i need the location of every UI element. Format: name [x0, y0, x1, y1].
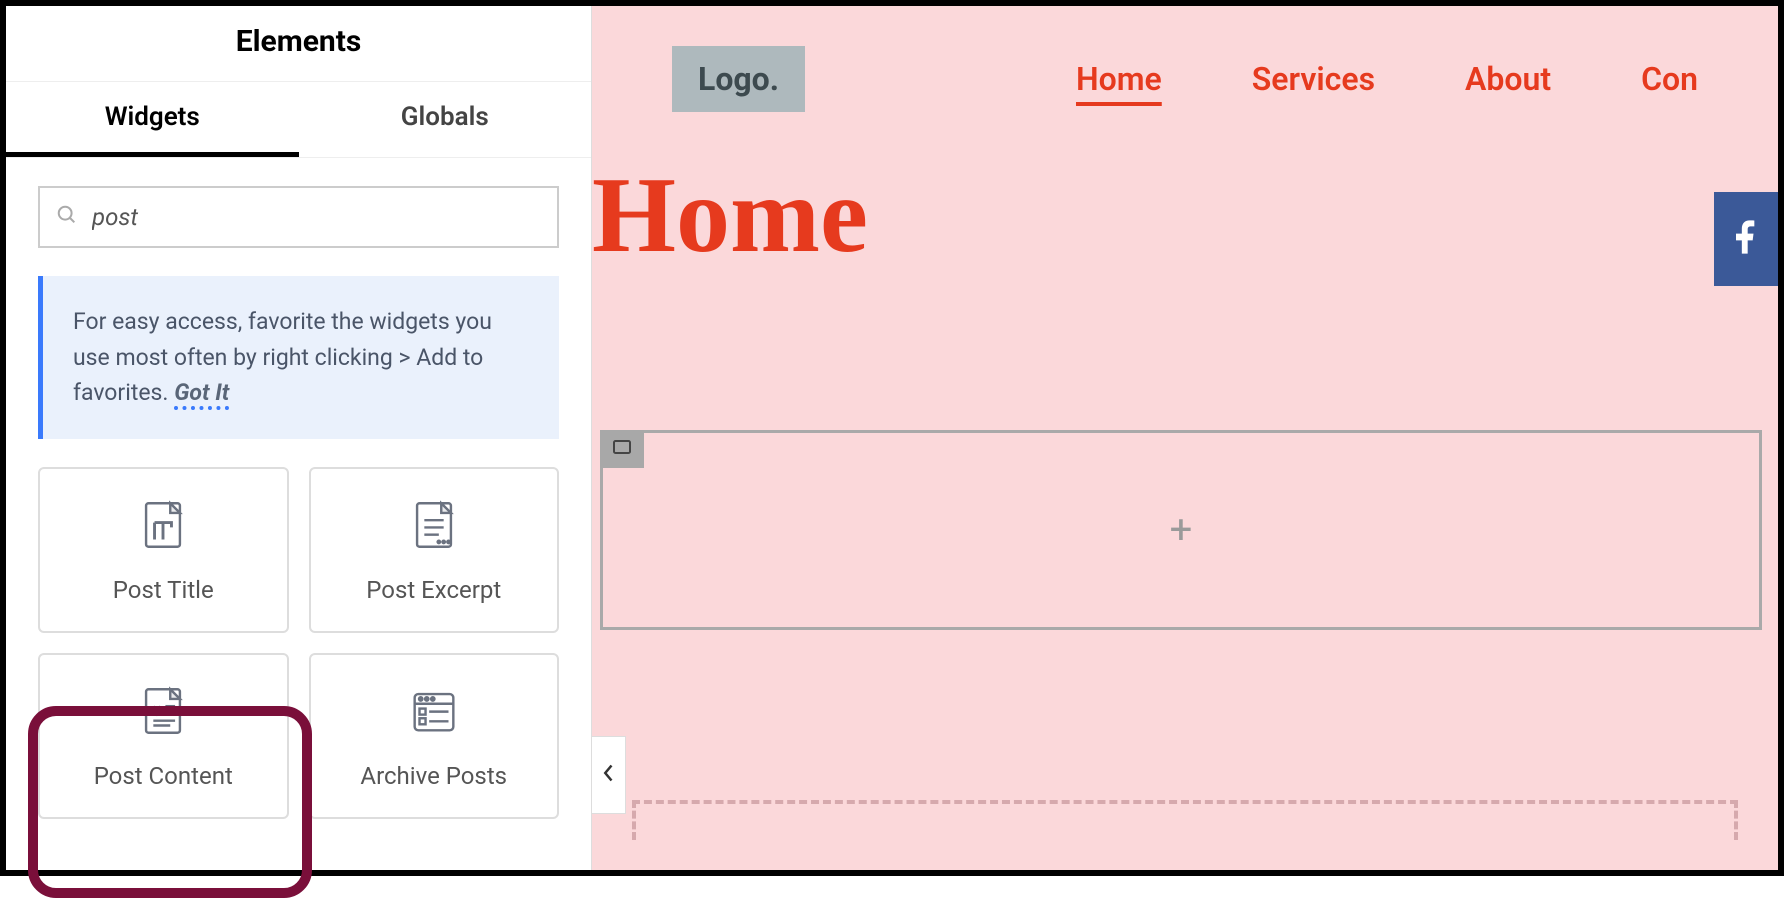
- widgets-grid: Post Title Post Excerpt: [6, 467, 591, 819]
- nav-about[interactable]: About: [1465, 60, 1551, 98]
- post-content-icon: [134, 682, 192, 744]
- page-title: Home: [592, 162, 1778, 270]
- favorites-tip: For easy access, favorite the widgets yo…: [38, 276, 559, 439]
- facebook-icon: [1726, 217, 1766, 261]
- widget-post-title[interactable]: Post Title: [38, 467, 289, 633]
- panel-title: Elements: [6, 6, 591, 82]
- post-excerpt-icon: [405, 496, 463, 558]
- site-logo[interactable]: Logo.: [672, 46, 805, 112]
- nav-services[interactable]: Services: [1252, 60, 1375, 98]
- add-widget-button[interactable]: +: [1170, 510, 1193, 550]
- panel-tabs: Widgets Globals: [6, 82, 591, 158]
- section-icon: [612, 439, 632, 459]
- widget-post-content[interactable]: Post Content: [38, 653, 289, 819]
- site-header: Logo. Home Services About Con: [592, 6, 1778, 112]
- nav-home[interactable]: Home: [1076, 60, 1162, 98]
- widget-post-excerpt[interactable]: Post Excerpt: [309, 467, 560, 633]
- widget-label: Archive Posts: [360, 762, 507, 790]
- archive-posts-icon: [405, 682, 463, 744]
- elements-panel: Elements Widgets Globals For easy access…: [6, 6, 592, 870]
- search-box[interactable]: [38, 186, 559, 248]
- chevron-left-icon: [602, 763, 616, 787]
- drop-zone[interactable]: [632, 800, 1738, 840]
- search-icon: [56, 204, 78, 230]
- nav-contact[interactable]: Con: [1641, 60, 1698, 98]
- facebook-button[interactable]: [1714, 192, 1778, 286]
- post-title-icon: [134, 496, 192, 558]
- primary-nav: Home Services About Con: [1076, 60, 1698, 98]
- tab-globals[interactable]: Globals: [299, 82, 592, 157]
- widget-label: Post Content: [94, 762, 233, 790]
- widget-archive-posts[interactable]: Archive Posts: [309, 653, 560, 819]
- tab-widgets[interactable]: Widgets: [6, 82, 299, 157]
- empty-section[interactable]: +: [600, 430, 1762, 630]
- widget-label: Post Excerpt: [366, 576, 501, 604]
- widget-label: Post Title: [113, 576, 214, 604]
- search-container: [6, 158, 591, 276]
- favorites-tip-text: For easy access, favorite the widgets yo…: [73, 308, 492, 406]
- collapse-sidebar-button[interactable]: [592, 736, 626, 814]
- got-it-link[interactable]: Got It: [174, 379, 229, 410]
- search-input[interactable]: [92, 203, 541, 231]
- page-canvas[interactable]: Logo. Home Services About Con Home +: [592, 6, 1778, 870]
- section-handle[interactable]: [600, 430, 644, 468]
